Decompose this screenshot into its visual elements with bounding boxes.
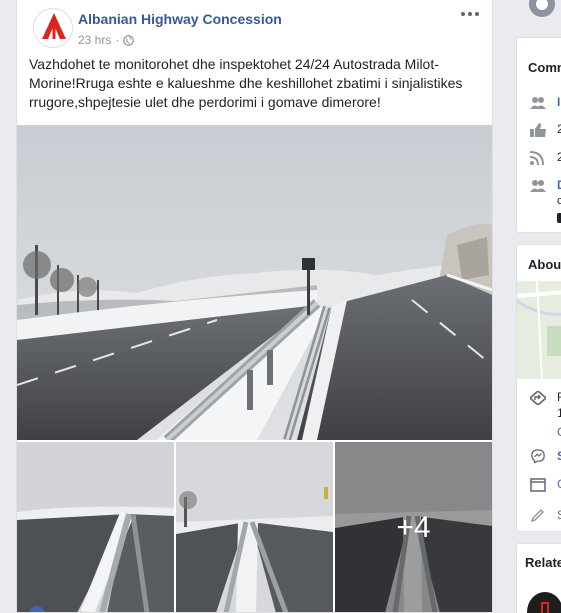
post-timestamp[interactable]: 23 hrs xyxy=(78,33,111,47)
about-address: F xyxy=(557,390,561,404)
about-title: Abou xyxy=(528,257,561,272)
community-card: Comm In 2 2 D c xyxy=(516,37,561,233)
page-avatar[interactable] xyxy=(33,8,73,48)
highway-snow-photo xyxy=(17,125,492,440)
related-title: Relate xyxy=(525,555,561,570)
highway-snow-photo xyxy=(176,442,333,612)
community-title: Comm xyxy=(528,60,561,75)
get-directions-link[interactable]: G xyxy=(557,425,561,439)
community-item-4[interactable]: D xyxy=(557,178,561,192)
about-category-link[interactable]: C xyxy=(557,477,561,491)
globe-icon[interactable] xyxy=(123,34,135,46)
people-icon xyxy=(530,97,546,109)
related-page-logo-icon xyxy=(541,602,549,613)
page-name-link[interactable]: Albanian Highway Concession xyxy=(78,11,282,27)
send-message-link[interactable]: S xyxy=(557,449,561,463)
meta-separator: · xyxy=(115,33,120,47)
window-icon xyxy=(530,478,546,492)
albanian-highway-logo-icon xyxy=(35,10,72,47)
map-thumbnail[interactable] xyxy=(517,280,561,380)
community-sub: c xyxy=(557,195,561,207)
top-action-card xyxy=(516,0,561,20)
more-photos-overlay[interactable]: +4 xyxy=(335,442,492,612)
more-options-button[interactable] xyxy=(458,6,482,26)
about-address-sub: 1 xyxy=(557,406,561,420)
post-photo-main[interactable] xyxy=(17,125,492,440)
more-photos-count: +4 xyxy=(396,510,431,544)
community-item-2: 2 xyxy=(557,122,561,136)
community-item-1[interactable]: In xyxy=(557,95,561,109)
rss-icon xyxy=(530,151,544,165)
post-photo-thumb-2[interactable] xyxy=(176,442,333,612)
map-icon xyxy=(517,280,561,380)
post-photo-thumb-1[interactable] xyxy=(17,442,174,612)
post-header: Albanian Highway Concession 23 hrs · xyxy=(17,0,492,55)
message-bubble-icon[interactable] xyxy=(528,0,556,18)
suggest-edits-link[interactable]: S xyxy=(557,508,561,522)
like-icon xyxy=(530,123,546,137)
post-meta: 23 hrs · xyxy=(78,33,135,47)
people-icon xyxy=(530,180,546,192)
pencil-icon xyxy=(530,509,544,523)
ellipsis-icon xyxy=(461,12,479,16)
right-sidebar: Comm In 2 2 D c Abou xyxy=(516,0,561,613)
post-card: Albanian Highway Concession 23 hrs · Vaz… xyxy=(16,0,493,613)
directions-icon xyxy=(530,391,546,405)
related-page-avatar[interactable] xyxy=(527,592,561,613)
related-pages-card: Relate xyxy=(516,543,561,613)
post-text: Vazhdohet te monitorohet dhe inspektohet… xyxy=(29,56,463,110)
about-card: Abou F 1 G S C S xyxy=(516,244,561,532)
community-item-3: 2 xyxy=(557,150,561,164)
highway-snow-photo xyxy=(17,442,174,612)
friend-avatar[interactable] xyxy=(557,213,561,223)
post-photo-thumb-3[interactable]: +4 xyxy=(335,442,492,612)
messenger-icon xyxy=(531,449,545,463)
